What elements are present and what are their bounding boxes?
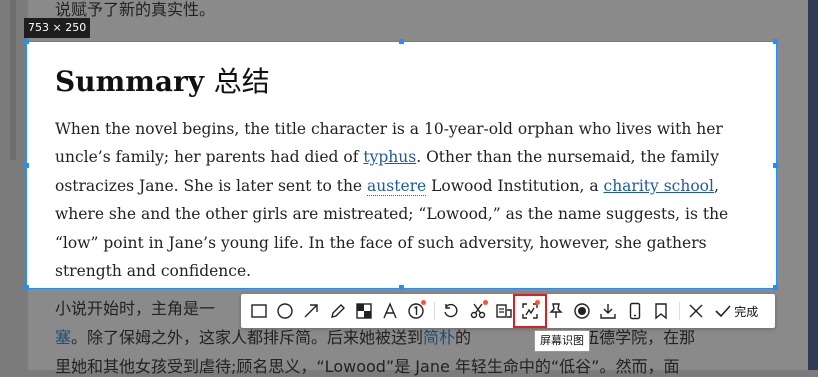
pin-tool[interactable] [544, 299, 568, 323]
download-icon [600, 304, 617, 319]
number-tool[interactable] [404, 299, 428, 323]
undo-tool[interactable] [439, 299, 463, 323]
rectangle-tool[interactable] [247, 299, 271, 323]
screenshot-selection[interactable]: Summary 总结 When the novel begins, the ti… [24, 39, 778, 290]
text: . Other than the nursemaid, the family [416, 148, 720, 167]
screenshot-toolbar: 完成 [241, 294, 775, 328]
tooltip: 屏幕识图 [534, 330, 590, 352]
new-badge [421, 300, 427, 305]
close-icon [689, 304, 703, 318]
check-icon [715, 305, 731, 318]
background-text: 的 [455, 328, 472, 347]
ocr-icon [495, 304, 512, 318]
close-button[interactable] [684, 299, 708, 323]
bookmark-icon [655, 303, 667, 320]
done-button[interactable]: 完成 [714, 302, 758, 320]
scissors-tool[interactable] [466, 299, 490, 323]
resize-handle-l[interactable] [24, 163, 29, 168]
screen-recognize-tool[interactable] [512, 294, 547, 328]
pencil-icon [330, 304, 345, 318]
resize-handle-bl[interactable] [24, 285, 29, 290]
background-scrollbar [10, 0, 16, 160]
text-tool[interactable] [378, 299, 402, 323]
resize-handle-tl[interactable] [24, 39, 29, 44]
title-chinese: 总结 [213, 65, 270, 98]
paragraph-line: strength and confidence. [55, 262, 252, 281]
background-top-text: 说赋予了新的真实性。 [55, 0, 216, 19]
resize-handle-t[interactable] [399, 39, 404, 44]
resize-handle-b[interactable] [399, 285, 404, 290]
arrow-tool[interactable] [299, 299, 323, 323]
ocr-tool[interactable] [492, 299, 516, 323]
phone-icon [629, 302, 640, 320]
ellipse-icon [277, 303, 293, 319]
pencil-tool[interactable] [326, 299, 350, 323]
background-right-panel [808, 0, 818, 370]
text: , [713, 176, 719, 195]
download-tool[interactable] [596, 299, 620, 323]
new-badge [482, 300, 488, 305]
text-icon [383, 302, 397, 319]
divider [679, 302, 680, 320]
background-link: 简朴 [423, 328, 456, 347]
phone-tool[interactable] [623, 299, 647, 323]
text: ostracizes Jane. She is later sent to th… [55, 176, 368, 195]
ellipse-tool[interactable] [273, 299, 297, 323]
paragraph-line: ostracizes Jane. She is later sent to th… [55, 172, 755, 200]
pin-icon [549, 303, 563, 318]
bookmark-tool[interactable] [649, 299, 673, 323]
mosaic-tool[interactable] [352, 299, 376, 323]
background-line-1: 小说开始时，主角是一 [55, 299, 216, 318]
link-austere[interactable]: austere [367, 176, 427, 196]
paragraph-line: uncle’s family; her parents had died of … [55, 143, 755, 171]
summary-paragraph: When the novel begins, the title charact… [55, 115, 755, 285]
new-badge [534, 300, 540, 305]
mosaic-icon [356, 303, 372, 319]
paragraph-line: “low” point in Jane’s young life. In the… [55, 233, 707, 252]
selection-size-label: 753 × 250 [24, 18, 91, 38]
background-line-3: 里她和其他女孩受到虐待;顾名思义，“Lowood”是 Jane 年轻生命中的“低… [55, 357, 680, 376]
link-typhus[interactable]: typhus [363, 148, 416, 166]
resize-handle-r[interactable] [773, 163, 778, 168]
resize-handle-br[interactable] [773, 285, 778, 290]
rectangle-icon [251, 304, 267, 318]
text: uncle’s family; her parents had died of [55, 148, 364, 167]
undo-icon [444, 303, 458, 318]
title-english: Summary [55, 65, 204, 98]
paragraph-line: When the novel begins, the title charact… [55, 120, 723, 138]
link-charity-school[interactable]: charity school [604, 177, 714, 195]
record-tool[interactable] [570, 299, 594, 323]
background-text: 。除了保姆之外，这家人都排斥简。后来她被送到 [71, 328, 424, 347]
page-title: Summary 总结 [55, 60, 270, 100]
divider [434, 302, 436, 320]
text: Lowood Institution, a [426, 176, 604, 195]
background-link: 塞 [55, 328, 72, 347]
record-icon [574, 303, 590, 319]
arrow-icon [304, 304, 319, 318]
resize-handle-tr[interactable] [773, 39, 778, 44]
paragraph-line: where she and the other girls are mistre… [55, 205, 729, 224]
done-label: 完成 [734, 304, 759, 319]
